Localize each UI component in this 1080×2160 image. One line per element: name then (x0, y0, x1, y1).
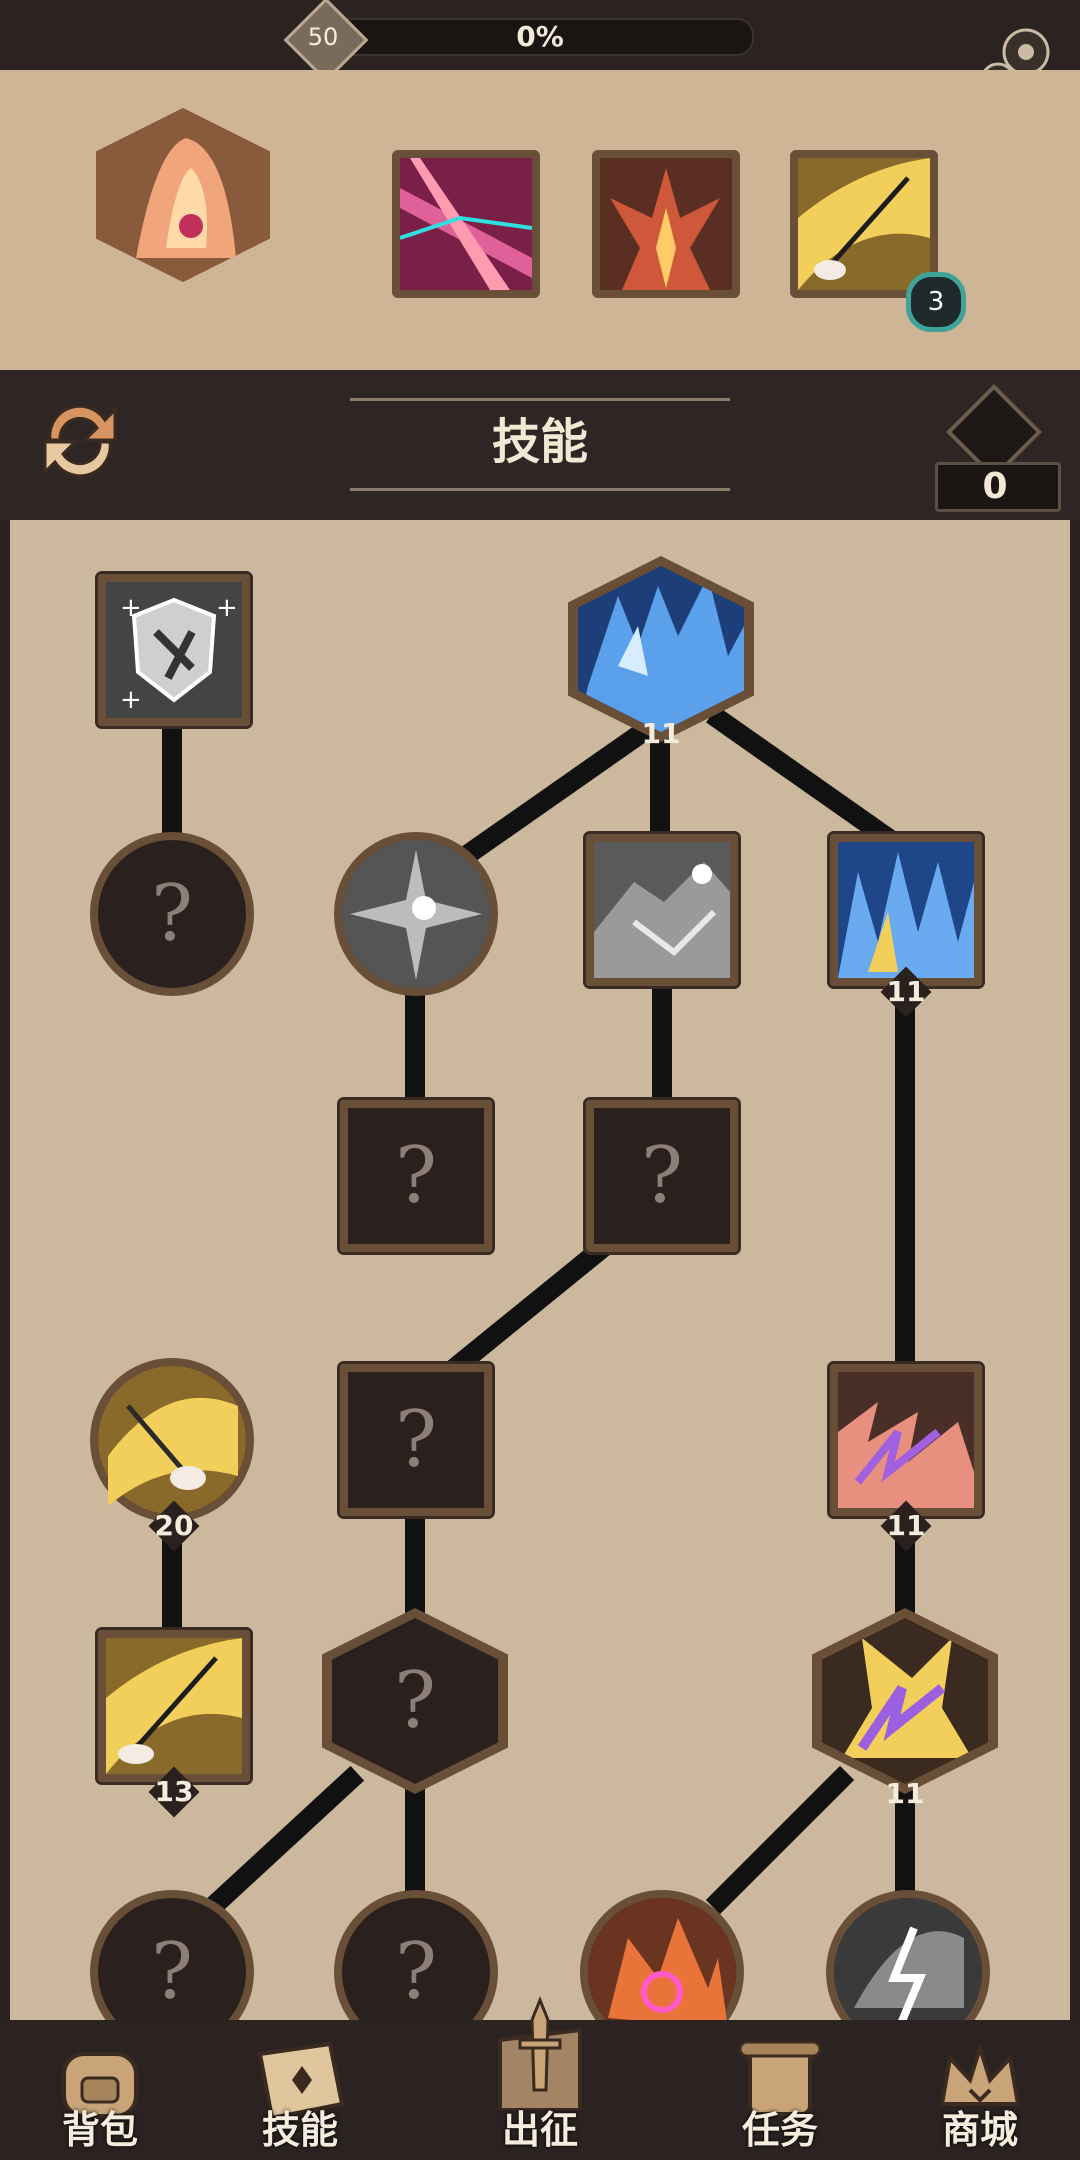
skill-node-stone-claw[interactable] (583, 831, 741, 989)
nav-skills[interactable]: 技能 (210, 2020, 390, 2160)
skill-node-blue-shards[interactable] (827, 831, 985, 989)
locked-mark: ? (395, 1395, 437, 1485)
locked-mark: ? (394, 1656, 436, 1746)
skill-node-locked[interactable]: ? (337, 1361, 495, 1519)
golden-grasp-icon (98, 1366, 246, 1514)
locked-mark: ? (641, 1131, 683, 1221)
svg-text:+: + (120, 685, 142, 715)
skill-level-blue-shards: 11 (886, 975, 926, 1008)
skill-tree-connectors (162, 690, 919, 1915)
nav-label: 背包 (61, 2108, 138, 2152)
nav-quests[interactable]: 任务 (690, 2020, 870, 2160)
golden-blade-icon (106, 1638, 242, 1774)
skill-level-ice-crystal: 11 (641, 717, 681, 750)
violet-bolt-icon (838, 1372, 974, 1508)
skill-node-golden-grasp[interactable] (90, 1358, 254, 1522)
blue-shards-icon (838, 842, 974, 978)
skill-node-violet-bolt[interactable] (827, 1361, 985, 1519)
skill-level-violet-bolt: 11 (886, 1509, 926, 1542)
skill-level-golden-blade: 13 (154, 1775, 194, 1808)
nav-backpack[interactable]: 背包 (10, 2020, 190, 2160)
skill-node-locked[interactable]: ? (583, 1097, 741, 1255)
skill-level-purple-spark: 11 (885, 1777, 925, 1810)
skill-node-shield-rune[interactable]: + + + (95, 571, 253, 729)
svg-text:+: + (216, 593, 238, 623)
skill-node-locked[interactable]: ? (337, 1097, 495, 1255)
nav-shop[interactable]: 商城 (890, 2020, 1070, 2160)
locked-mark: ? (151, 869, 193, 959)
skill-node-light-orb[interactable] (334, 832, 498, 996)
light-orb-icon (342, 840, 490, 988)
locked-mark: ? (395, 1131, 437, 1221)
svg-text:+: + (120, 593, 142, 623)
nav-label: 出征 (501, 2108, 578, 2152)
nav-label: 商城 (941, 2108, 1018, 2152)
shield-rune-icon: + + + (106, 582, 242, 718)
locked-hex-inner: ? (332, 1618, 498, 1784)
skill-node-golden-blade[interactable] (95, 1627, 253, 1785)
skill-node-locked[interactable]: ? (90, 832, 254, 996)
nav-label: 技能 (261, 2108, 338, 2152)
stone-claw-icon (594, 842, 730, 978)
nav-expedition[interactable]: 出征 (450, 1995, 630, 2160)
skill-level-golden-grasp: 20 (154, 1509, 194, 1542)
sword-icon (498, 1995, 582, 2110)
purple-spark-icon (822, 1618, 988, 1784)
nav-label: 任务 (741, 2108, 818, 2152)
ice-crystal-icon (578, 566, 744, 732)
